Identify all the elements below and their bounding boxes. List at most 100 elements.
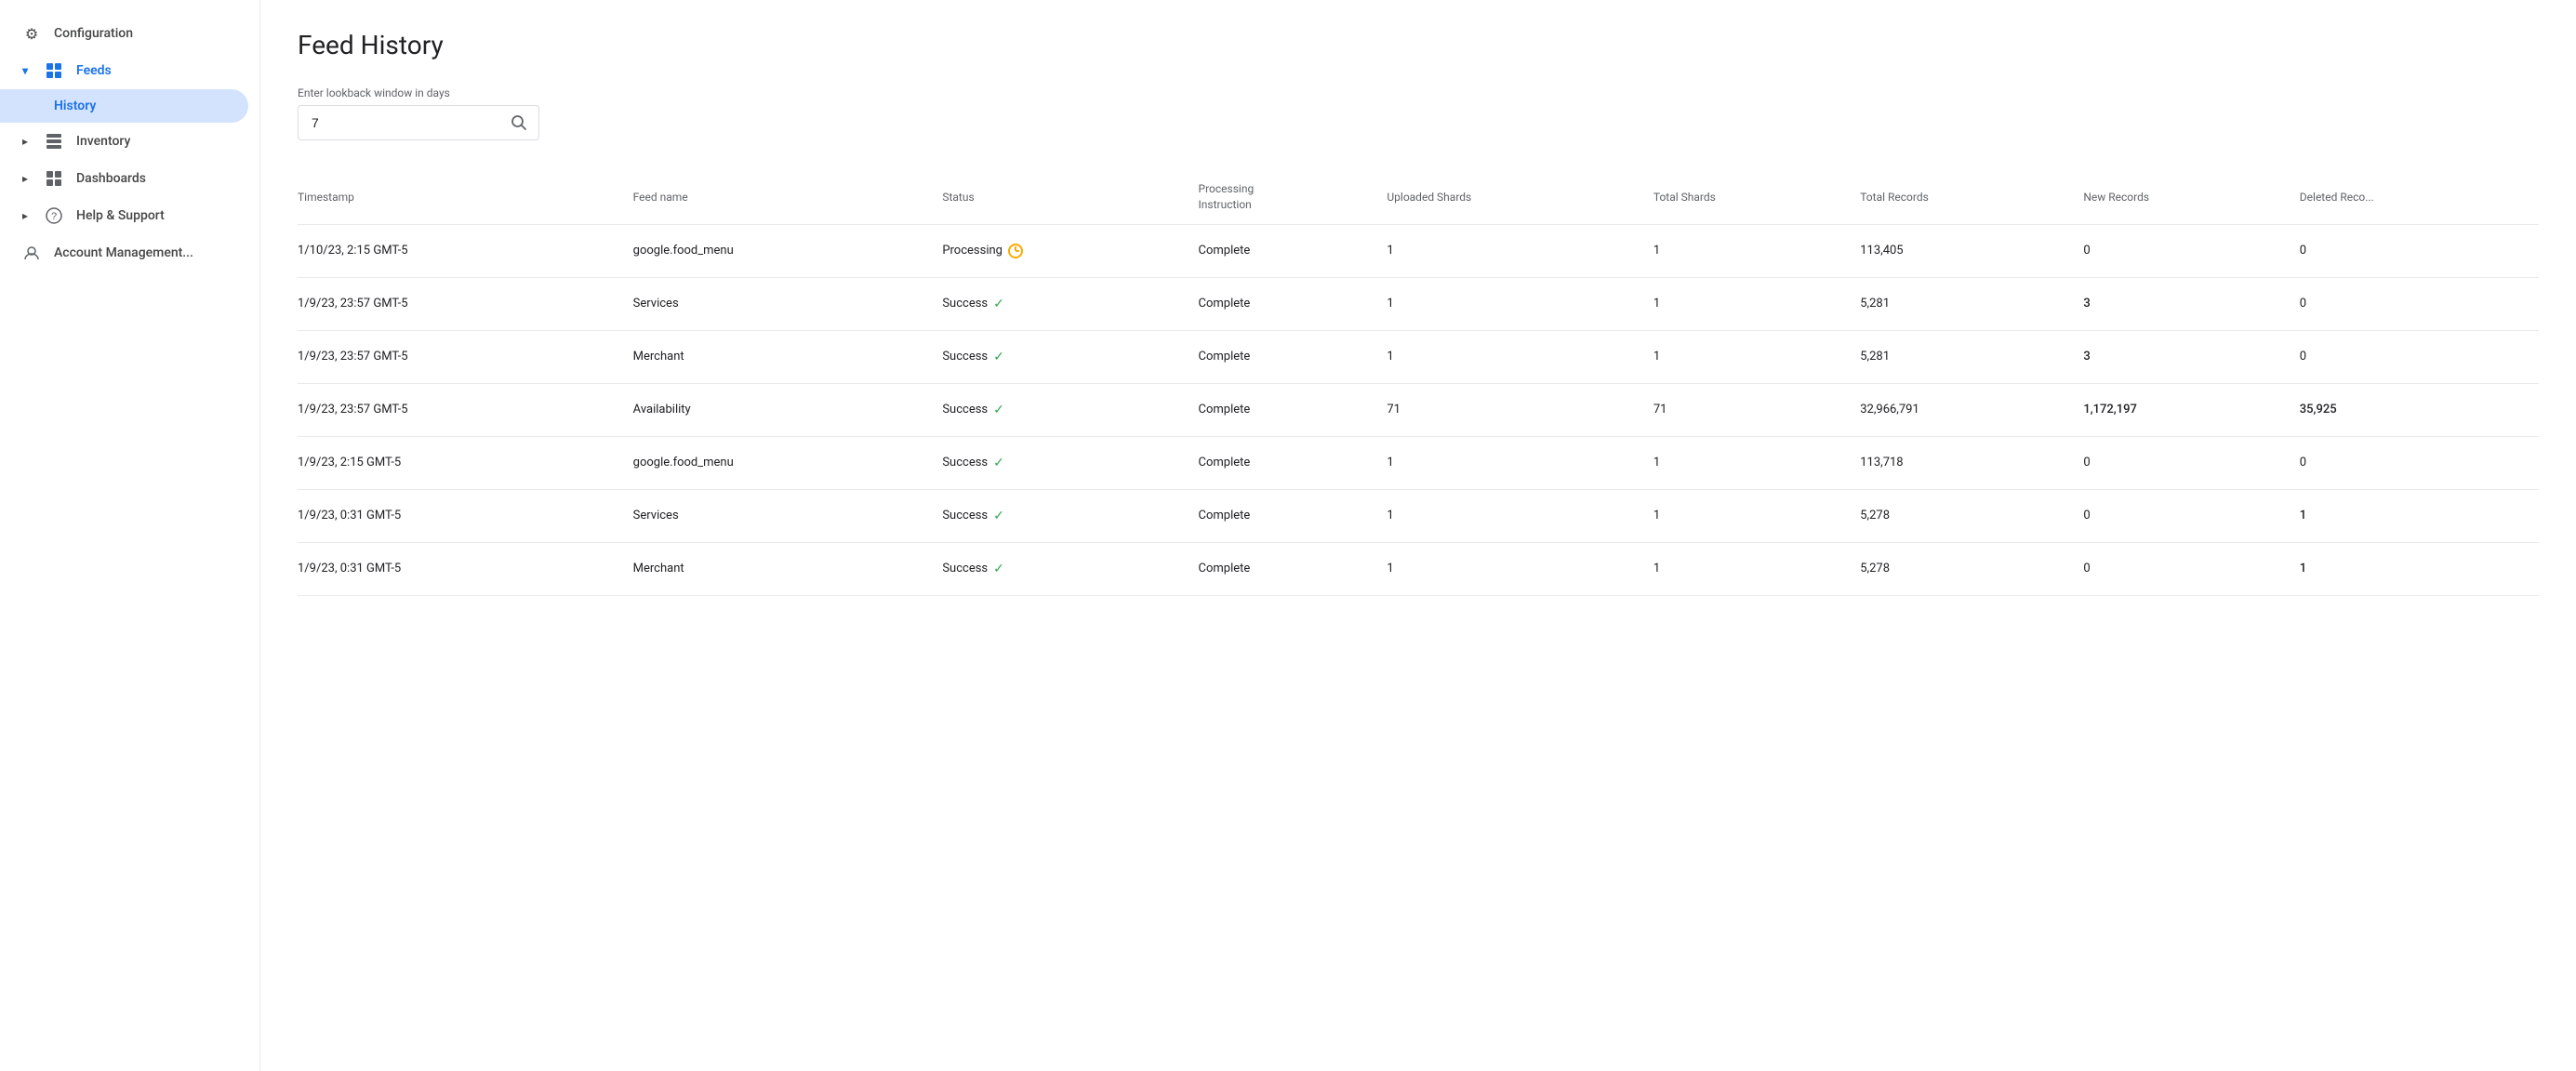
cell-new-records: 0 [2083,436,2299,489]
processing-clock-icon [1008,244,1023,258]
table-row: 1/9/23, 23:57 GMT-5AvailabilitySuccess✓C… [298,383,2539,436]
cell-total-shards: 1 [1653,330,1860,383]
cell-timestamp: 1/9/23, 0:31 GMT-5 [298,542,633,595]
cell-status: Success✓ [942,330,1198,383]
cell-feedname: Merchant [633,542,943,595]
cell-status: Processing [942,224,1198,277]
search-input[interactable] [299,106,499,139]
cell-timestamp: 1/9/23, 2:15 GMT-5 [298,436,633,489]
dashboards-icon [45,169,63,188]
cell-deleted-records: 1 [2300,489,2539,542]
cell-total-shards: 1 [1653,542,1860,595]
cell-total-records: 32,966,791 [1860,383,2083,436]
sidebar-item-help-support[interactable]: ▸ ? Help & Support [0,197,248,234]
cell-deleted-records: 1 [2300,542,2539,595]
cell-processing-instruction: Complete [1199,542,1388,595]
cell-total-shards: 71 [1653,383,1860,436]
account-icon [22,244,41,262]
table-row: 1/10/23, 2:15 GMT-5google.food_menuProce… [298,224,2539,277]
cell-status: Success✓ [942,436,1198,489]
sidebar-item-dashboards[interactable]: ▸ Dashboards [0,160,248,197]
cell-feedname: google.food_menu [633,436,943,489]
chevron-right-icon: ▸ [22,172,28,185]
success-check-icon: ✓ [993,403,1004,417]
sidebar-item-account-management[interactable]: Account Management... [0,234,248,271]
sidebar-item-inventory[interactable]: ▸ Inventory [0,123,248,160]
success-check-icon: ✓ [993,509,1004,523]
success-check-icon: ✓ [993,562,1004,576]
sidebar-item-label: Inventory [76,134,130,149]
cell-processing-instruction: Complete [1199,489,1388,542]
cell-timestamp: 1/9/23, 0:31 GMT-5 [298,489,633,542]
sidebar: ⚙ Configuration ▾ Feeds History ▸ Invent… [0,0,260,1071]
success-check-icon: ✓ [993,456,1004,470]
cell-status: Success✓ [942,383,1198,436]
cell-deleted-records: 0 [2300,277,2539,330]
cell-processing-instruction: Complete [1199,330,1388,383]
cell-new-records: 0 [2083,542,2299,595]
cell-uploaded-shards: 71 [1387,383,1653,436]
cell-total-records: 5,281 [1860,330,2083,383]
chevron-right-icon: ▸ [22,135,28,148]
cell-total-records: 113,405 [1860,224,2083,277]
sidebar-item-label: Account Management... [54,245,193,260]
cell-status: Success✓ [942,489,1198,542]
cell-total-shards: 1 [1653,277,1860,330]
success-check-icon: ✓ [993,350,1004,364]
chevron-down-icon: ▾ [22,64,28,77]
col-total-shards: Total Shards [1653,170,1860,224]
cell-new-records: 1,172,197 [2083,383,2299,436]
feed-history-table: Timestamp Feed name Status ProcessingIns… [298,170,2539,596]
sidebar-item-configuration[interactable]: ⚙ Configuration [0,15,248,52]
table-row: 1/9/23, 0:31 GMT-5MerchantSuccess✓Comple… [298,542,2539,595]
cell-uploaded-shards: 1 [1387,436,1653,489]
col-feedname: Feed name [633,170,943,224]
cell-deleted-records: 35,925 [2300,383,2539,436]
cell-uploaded-shards: 1 [1387,489,1653,542]
cell-total-records: 5,278 [1860,489,2083,542]
svg-text:?: ? [51,211,57,222]
cell-uploaded-shards: 1 [1387,330,1653,383]
cell-total-records: 5,278 [1860,542,2083,595]
search-icon [511,114,527,131]
col-new-records: New Records [2083,170,2299,224]
table-row: 1/9/23, 0:31 GMT-5ServicesSuccess✓Comple… [298,489,2539,542]
cell-uploaded-shards: 1 [1387,277,1653,330]
sidebar-item-label: Configuration [54,26,133,41]
search-input-wrapper [298,105,539,140]
gear-icon: ⚙ [22,24,41,43]
cell-processing-instruction: Complete [1199,224,1388,277]
search-label: Enter lookback window in days [298,86,2539,99]
table-row: 1/9/23, 2:15 GMT-5google.food_menuSucces… [298,436,2539,489]
search-button[interactable] [499,107,538,139]
success-check-icon: ✓ [993,297,1004,311]
col-total-records: Total Records [1860,170,2083,224]
page-title: Feed History [298,30,2539,60]
cell-new-records: 0 [2083,489,2299,542]
cell-new-records: 3 [2083,330,2299,383]
main-content: Feed History Enter lookback window in da… [260,0,2576,1071]
cell-feedname: Services [633,489,943,542]
cell-total-shards: 1 [1653,436,1860,489]
cell-timestamp: 1/10/23, 2:15 GMT-5 [298,224,633,277]
sidebar-item-feeds[interactable]: ▾ Feeds [0,52,248,89]
cell-processing-instruction: Complete [1199,383,1388,436]
table-row: 1/9/23, 23:57 GMT-5MerchantSuccess✓Compl… [298,330,2539,383]
sidebar-item-label: History [54,99,96,113]
sidebar-item-history[interactable]: History [0,89,248,123]
help-icon: ? [45,206,63,225]
inventory-icon [45,132,63,151]
cell-total-records: 113,718 [1860,436,2083,489]
cell-deleted-records: 0 [2300,224,2539,277]
table-row: 1/9/23, 23:57 GMT-5ServicesSuccess✓Compl… [298,277,2539,330]
sidebar-item-label: Help & Support [76,208,165,223]
sidebar-item-label: Feeds [76,63,112,78]
col-uploaded-shards: Uploaded Shards [1387,170,1653,224]
cell-deleted-records: 0 [2300,436,2539,489]
col-status: Status [942,170,1198,224]
feeds-icon [45,61,63,80]
cell-processing-instruction: Complete [1199,436,1388,489]
col-timestamp: Timestamp [298,170,633,224]
cell-processing-instruction: Complete [1199,277,1388,330]
col-deleted-records: Deleted Reco... [2300,170,2539,224]
